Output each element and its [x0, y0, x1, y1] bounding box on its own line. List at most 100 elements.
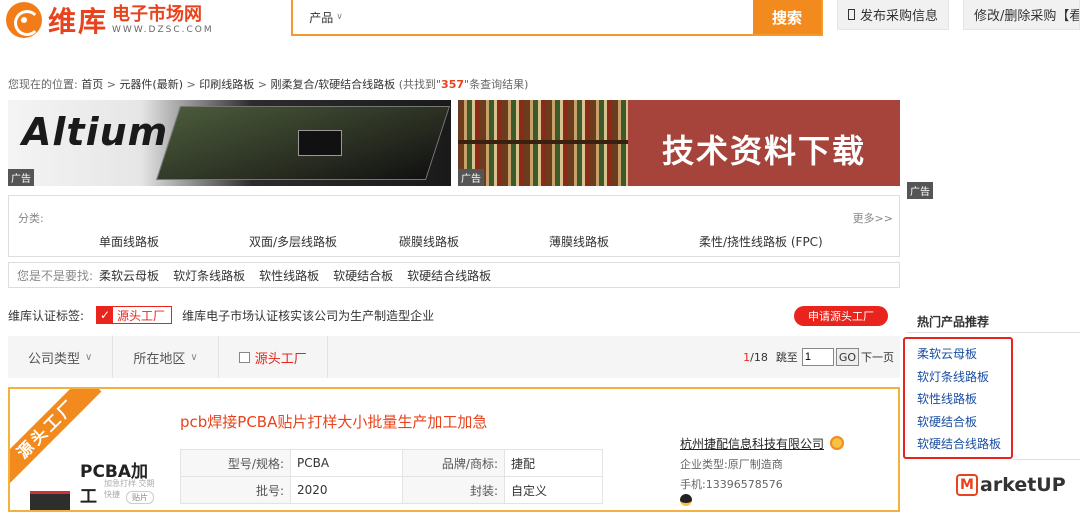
breadcrumb-home[interactable]: 首页: [81, 78, 103, 91]
pcba-board-icon: [30, 491, 70, 510]
site-logo[interactable]: 维库 电子市场网 WWW.DZSC.COM: [6, 0, 214, 40]
hot-products-list: 柔软云母板 软灯条线路板 软性线路板 软硬结合板 软硬结合线路板: [903, 337, 1013, 459]
source-factory-checkbox[interactable]: [238, 351, 250, 363]
category-item[interactable]: 柔性/挠性线路板 (FPC): [699, 233, 823, 250]
breadcrumb-sep: >: [257, 78, 267, 91]
breadcrumb-prefix: 您现在的位置:: [8, 78, 78, 91]
altium-logo-text: Altium: [22, 110, 169, 154]
suggest-item[interactable]: 软性线路板: [259, 267, 319, 284]
search-category-select[interactable]: 产品 ∨: [293, 0, 359, 34]
pager: 1 /18 跳至 GO 下一页: [743, 348, 894, 366]
marketup-logo: M arketUP: [956, 474, 1066, 496]
source-factory-badge: ✓ 源头工厂: [96, 306, 173, 324]
source-factory-filter[interactable]: 源头工厂: [219, 336, 328, 378]
spec-key: 品牌/商标:: [402, 449, 505, 477]
category-item[interactable]: 薄膜线路板: [549, 233, 609, 250]
chevron-down-icon: ∨: [190, 351, 198, 363]
pager-jump-label: 跳至: [775, 351, 798, 364]
chevron-down-icon: ∨: [336, 12, 343, 22]
result-prefix: (共找到": [398, 78, 442, 91]
spec-value: 自定义: [504, 476, 603, 504]
edit-icon: [848, 9, 855, 20]
ad-tag: 广告: [458, 169, 484, 186]
region-filter[interactable]: 所在地区 ∨: [113, 336, 219, 378]
check-icon: ✓: [97, 307, 114, 323]
suggest-item[interactable]: 软灯条线路板: [173, 267, 245, 284]
suggest-box: 您是不是要找: 柔软云母板 软灯条线路板 软性线路板 软硬结合板 软硬结合线路板: [8, 262, 900, 288]
spec-value: PCBA: [290, 449, 403, 477]
publish-purchase-button[interactable]: 发布采购信息: [837, 0, 949, 30]
publish-purchase-label: 发布采购信息: [859, 9, 938, 24]
product-title-link[interactable]: pcb焊接PCBA贴片打样大小批量生产加工加急: [180, 411, 487, 432]
hot-product-link[interactable]: 软硬结合板: [917, 411, 1011, 434]
category-label: 分类:: [18, 212, 44, 225]
spec-value: 捷配: [504, 449, 603, 477]
cert-desc: 维库电子市场认证核实该公司为生产制造型企业: [182, 308, 435, 323]
hot-product-link[interactable]: 柔软云母板: [917, 343, 1011, 366]
breadcrumb-sep: >: [106, 78, 116, 91]
spec-row: 型号/规格: PCBA 品牌/商标: 捷配: [180, 449, 603, 477]
cert-bar: 维库认证标签: ✓ 源头工厂 维库电子市场认证核实该公司为生产制造型企业 申请源…: [8, 300, 900, 330]
category-item[interactable]: 双面/多层线路板: [249, 233, 337, 250]
suggest-item[interactable]: 软硬结合板: [333, 267, 393, 284]
product-image-tag: 贴片: [126, 491, 154, 504]
spec-key: 封装:: [402, 476, 505, 504]
marketup-text: arketUP: [980, 474, 1066, 496]
logo-icon: [6, 2, 42, 38]
category-item[interactable]: 单面线路板: [99, 233, 159, 250]
header: 维库 电子市场网 WWW.DZSC.COM 产品 ∨ 搜索 发布采购信息 修改/…: [0, 0, 1080, 44]
company-info: 杭州捷配信息科技有限公司 企业类型:原厂制造商 手机:13396578576: [680, 435, 845, 509]
source-factory-filter-label: 源头工厂: [254, 351, 307, 367]
divider: [1013, 459, 1080, 460]
chevron-down-icon: ∨: [85, 351, 93, 363]
pager-total: /18: [750, 350, 768, 364]
cert-label: 维库认证标签:: [8, 308, 85, 323]
logo-sub: 电子市场网 WWW.DZSC.COM: [112, 5, 214, 35]
logo-sub-en: WWW.DZSC.COM: [112, 24, 214, 35]
tech-docs-banner[interactable]: 技术资料下载 广告: [458, 100, 900, 186]
ad-tag-right: 广告: [907, 182, 933, 199]
hot-product-link[interactable]: 软性线路板: [917, 388, 1011, 411]
qq-icon[interactable]: [680, 494, 692, 506]
ad-tag: 广告: [8, 169, 34, 186]
modify-purchase-button[interactable]: 修改/删除采购【看: [963, 0, 1080, 30]
product-card: 源头工厂 PCBA加工 加急打样 交期快捷 贴片 pcb焊接PCBA贴片打样大小…: [8, 387, 900, 512]
marketup-m-icon: M: [956, 474, 978, 496]
search-button[interactable]: 搜索: [753, 0, 821, 34]
logo-main-text: 维库: [48, 5, 109, 38]
pager-jump-input[interactable]: [801, 348, 834, 366]
category-item[interactable]: 碳膜线路板: [399, 233, 459, 250]
category-more-link[interactable]: 更多>>: [853, 210, 893, 226]
spec-key: 型号/规格:: [180, 449, 291, 477]
company-phone: 手机:13396578576: [680, 478, 783, 491]
medal-icon: [830, 436, 845, 450]
pager-current: 1: [743, 350, 751, 364]
suggest-item[interactable]: 软硬结合线路板: [407, 267, 491, 284]
modify-purchase-label: 修改/删除采购【看: [974, 9, 1080, 24]
apply-source-factory-button[interactable]: 申请源头工厂: [794, 306, 888, 326]
pager-go-button[interactable]: GO: [835, 348, 859, 366]
tech-docs-title: 技术资料下载: [662, 132, 867, 170]
breadcrumb-components[interactable]: 元器件(最新): [119, 78, 183, 91]
product-image[interactable]: PCBA加工 加急打样 交期快捷 贴片: [30, 451, 160, 510]
filter-bar: 公司类型 ∨ 所在地区 ∨ 源头工厂 1 /18 跳至 GO 下一页: [8, 336, 900, 378]
breadcrumb-current[interactable]: 刚柔复合/软硬结合线路板: [270, 78, 395, 91]
company-name-link[interactable]: 杭州捷配信息科技有限公司: [680, 437, 824, 451]
search-input[interactable]: [359, 0, 753, 34]
region-label: 所在地区: [133, 351, 186, 367]
breadcrumb: 您现在的位置: 首页 > 元器件(最新) > 印刷线路板 > 刚柔复合/软硬结合…: [8, 76, 528, 92]
search-category-label: 产品: [309, 10, 334, 25]
hot-product-link[interactable]: 软硬结合线路板: [917, 433, 1011, 456]
chip-image: [298, 130, 342, 156]
company-type: 企业类型:原厂制造商: [680, 458, 783, 471]
spec-value: 2020: [290, 476, 403, 504]
hot-product-link[interactable]: 软灯条线路板: [917, 366, 1011, 389]
result-count: 357: [441, 78, 465, 91]
altium-banner[interactable]: Altium 广告: [8, 100, 451, 186]
suggest-item[interactable]: 柔软云母板: [99, 267, 159, 284]
result-suffix: "条查询结果): [464, 78, 529, 91]
breadcrumb-pcb[interactable]: 印刷线路板: [199, 78, 254, 91]
spec-table: 型号/规格: PCBA 品牌/商标: 捷配 批号: 2020 封装: 自定义: [180, 449, 603, 504]
company-type-filter[interactable]: 公司类型 ∨: [8, 336, 114, 378]
pager-next-link[interactable]: 下一页: [861, 349, 894, 365]
